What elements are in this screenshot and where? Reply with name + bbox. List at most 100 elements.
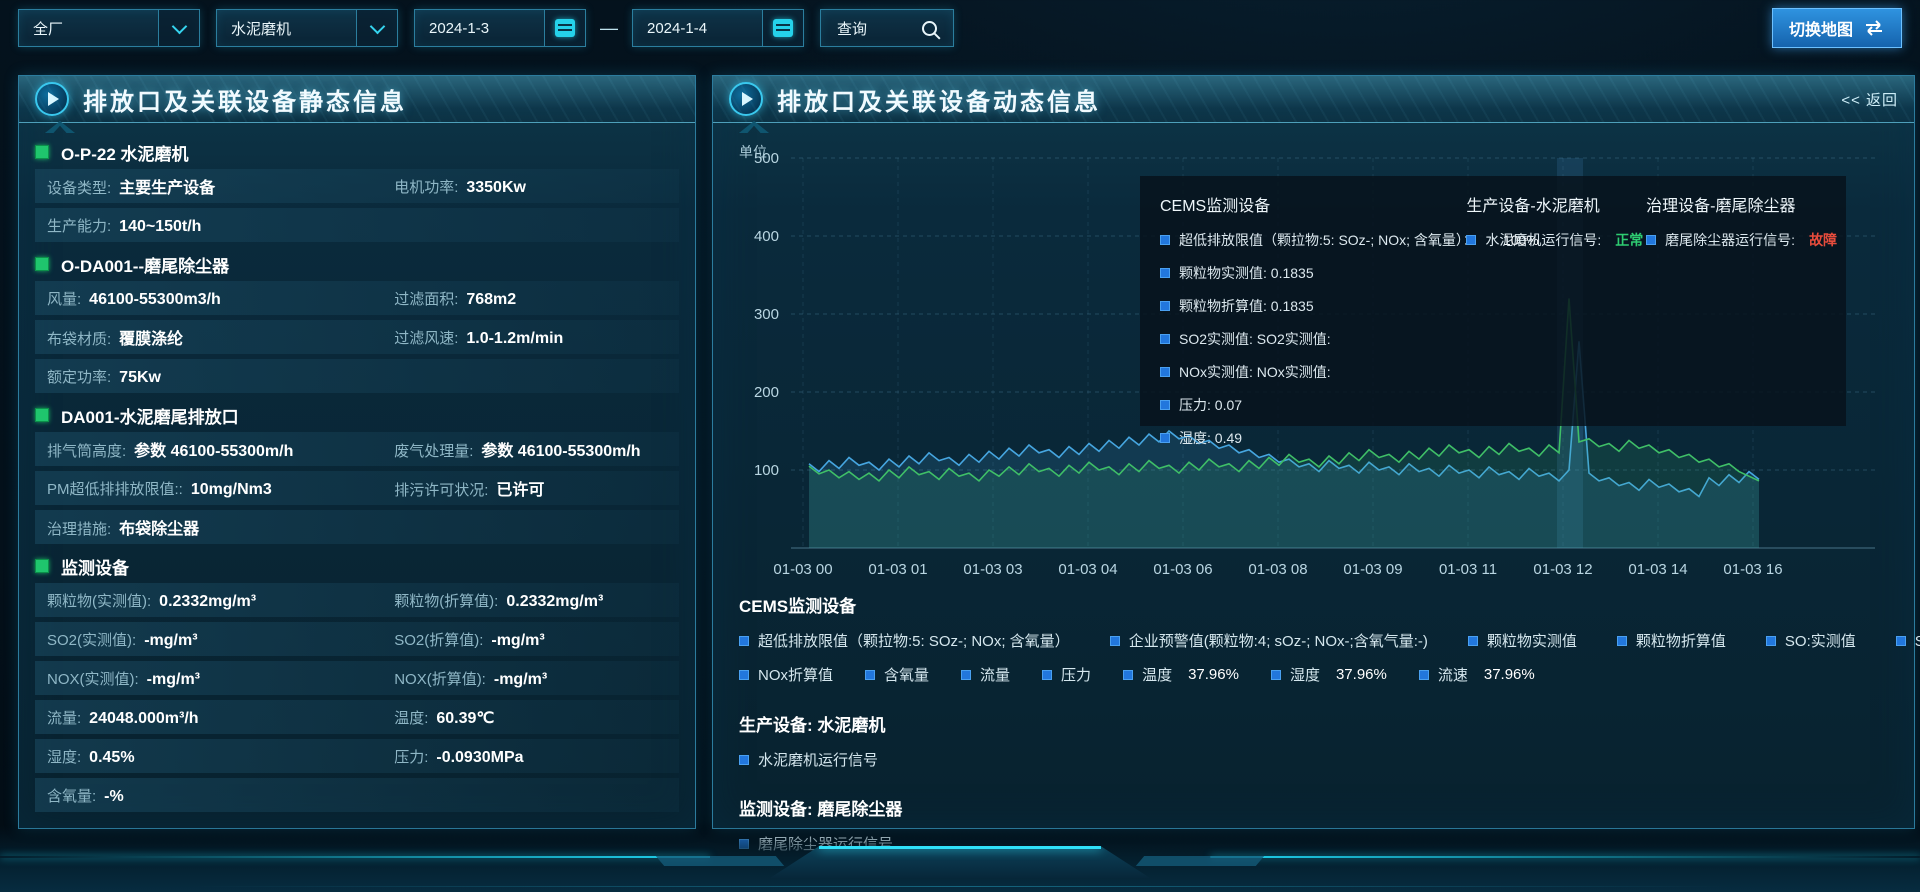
static-info-panel-header: 排放口及关联设备静态信息	[19, 76, 695, 123]
data-row: 流量:24048.000m³/h温度:60.39℃	[35, 700, 679, 734]
tooltip-item: 颗粒物实测值: 0.1835	[1160, 263, 1466, 283]
chart-tooltip: CEMS监测设备 超低排放限值（颗拉物:5: SOz-; NOx; 含氧量）：1…	[1140, 176, 1846, 426]
field-label: SO2(折算值):	[394, 629, 483, 650]
field-value: 10mg/Nm3	[191, 481, 272, 499]
field-value: 1.0-1.2m/min	[466, 330, 563, 348]
footer-center-trapezoid	[770, 846, 1150, 878]
legend-item[interactable]: SO:折算值	[1896, 630, 1920, 651]
tooltip-treatment-column: 治理设备-磨尾除尘器 磨尾除尘器运行信号: 故障	[1646, 192, 1826, 410]
field-label: 废气处理量:	[394, 440, 473, 461]
end-date-picker[interactable]: 2024-1-4	[632, 9, 804, 47]
tooltip-item: 颗粒物折算值: 0.1835	[1160, 296, 1466, 316]
key-value: 治理措施:布袋除尘器	[47, 515, 394, 539]
footer-glow-line-right	[1210, 856, 1920, 858]
key-value: NOX(折算值):-mg/m³	[394, 668, 667, 689]
field-value: 0.2332mg/m³	[506, 593, 603, 611]
field-label: 排气筒高度:	[47, 440, 126, 461]
field-label: 生产能力:	[47, 215, 111, 236]
legend-item[interactable]: 含氧量	[865, 664, 929, 685]
field-value: 已许可	[496, 476, 544, 500]
field-label: 含氧量:	[47, 785, 96, 806]
plant-select[interactable]: 全厂	[18, 9, 200, 47]
legend-item[interactable]: NOx折算值	[739, 664, 833, 685]
tooltip-item: NOx实测值: NOx实测值:	[1160, 362, 1466, 382]
data-row: 排气筒高度:参数 46100-55300m/h废气处理量:参数 46100-55…	[35, 432, 679, 466]
legend-item[interactable]: 流速37.96%	[1419, 664, 1535, 685]
blue-square-icon	[739, 636, 749, 646]
field-label: 流量:	[47, 707, 81, 728]
cems-legend-row-1: 超低排放限值（颗拉物:5: SOz-; NOx; 含氧量） 企业预警值(颗粒物:4…	[739, 630, 1898, 651]
search-icon	[922, 21, 937, 36]
start-date-value: 2024-1-3	[415, 20, 489, 37]
blue-square-icon	[1160, 334, 1170, 344]
legend-item[interactable]: SO:实测值	[1766, 630, 1856, 651]
switch-map-button[interactable]: 切换地图	[1772, 8, 1902, 48]
data-row: 含氧量:-%	[35, 778, 679, 812]
svg-text:01-03 04: 01-03 04	[1058, 561, 1117, 578]
key-value: 颗粒物(实测值):0.2332mg/m³	[47, 590, 394, 611]
field-label: PM超低排排放限值::	[47, 478, 183, 499]
svg-text:01-03 14: 01-03 14	[1628, 561, 1687, 578]
key-value: 额定功率:75Kw	[47, 366, 394, 387]
field-label: SO2(实测值):	[47, 629, 136, 650]
field-label: 压力:	[394, 746, 428, 767]
legend-item[interactable]: 流量	[961, 664, 1010, 685]
cems-legend-row-2: NOx折算值 含氧量 流量 压力 温度37.96% 湿度37.96% 流速37.96%	[739, 664, 1898, 685]
swap-arrows-icon	[1863, 20, 1885, 36]
section-header: 监测设备	[35, 549, 679, 583]
svg-text:01-03 06: 01-03 06	[1153, 561, 1212, 578]
blue-square-icon	[1896, 636, 1906, 646]
static-info-list: O-P-22 水泥磨机设备类型:主要生产设备电机功率:3350Kw生产能力:14…	[19, 123, 695, 812]
device-section-title: 监测设备: 磨尾除尘器	[739, 795, 1898, 820]
blue-square-icon	[865, 670, 875, 680]
play-circle-icon	[729, 82, 763, 116]
key-value: 布袋材质:覆膜涤纶	[47, 325, 394, 349]
legend-item[interactable]: 超低排放限值（颗拉物:5: SOz-; NOx; 含氧量）	[739, 630, 1070, 651]
tooltip-item: 湿度: 0.49	[1160, 428, 1466, 448]
chevron-down-icon	[356, 10, 397, 46]
tooltip-treatment-signal-label: 磨尾除尘器运行信号:	[1665, 230, 1795, 250]
section-title: O-DA001--磨尾除尘器	[61, 252, 229, 277]
tooltip-cems-title: CEMS监测设备	[1160, 192, 1466, 216]
switch-map-label: 切换地图	[1789, 16, 1853, 40]
data-row: 风量:46100-55300m3/h过滤面积:768m2	[35, 281, 679, 315]
date-range-separator: —	[600, 18, 618, 39]
legend-item[interactable]: 企业预警值(颗粒物:4; sOz-; NOx-;含氧气量:-)	[1110, 630, 1428, 651]
data-row: 设备类型:主要生产设备电机功率:3350Kw	[35, 169, 679, 203]
legend-item[interactable]: 颗粒物实测值	[1468, 630, 1577, 651]
legend-item[interactable]: 湿度37.96%	[1271, 664, 1387, 685]
tooltip-cems-column: CEMS监测设备 超低排放限值（颗拉物:5: SOz-; NOx; 含氧量）：1…	[1160, 192, 1466, 410]
legend-item-value: 37.96%	[1188, 666, 1239, 683]
blue-square-icon	[1160, 367, 1170, 377]
field-value: -mg/m³	[494, 671, 547, 689]
field-label: 排污许可状况:	[394, 479, 488, 500]
legend-item[interactable]: 颗粒物折算值	[1617, 630, 1726, 651]
key-value: 温度:60.39℃	[394, 707, 667, 728]
field-value: 主要生产设备	[119, 174, 215, 198]
treatment-signal-status: 故障	[1809, 230, 1837, 250]
data-row: 颗粒物(实测值):0.2332mg/m³颗粒物(折算值):0.2332mg/m³	[35, 583, 679, 617]
production-signal-status: 正常	[1615, 230, 1643, 250]
blue-square-icon	[1123, 670, 1133, 680]
field-value: 768m2	[466, 291, 516, 309]
field-value: 0.2332mg/m³	[159, 593, 256, 611]
key-value: 含氧量:-%	[47, 785, 394, 806]
start-date-picker[interactable]: 2024-1-3	[414, 9, 586, 47]
tooltip-production-title: 生产设备-水泥磨机	[1466, 192, 1646, 216]
legend-item[interactable]: 温度37.96%	[1123, 664, 1239, 685]
green-square-icon	[35, 408, 49, 422]
footer-wing-left	[656, 856, 784, 866]
query-button[interactable]: 查询	[820, 9, 954, 47]
back-link[interactable]: << 返回	[1841, 89, 1898, 110]
green-square-icon	[35, 559, 49, 573]
device-select[interactable]: 水泥磨机	[216, 9, 398, 47]
field-value: 46100-55300m3/h	[89, 291, 221, 309]
legend-item[interactable]: 压力	[1042, 664, 1091, 685]
calendar-icon	[544, 10, 585, 46]
field-value: 3350Kw	[466, 179, 526, 197]
tooltip-treatment-title: 治理设备-磨尾除尘器	[1646, 192, 1826, 216]
key-value: 过滤面积:768m2	[394, 288, 667, 309]
key-value: 过滤风速:1.0-1.2m/min	[394, 327, 667, 348]
device-signal-item[interactable]: 水泥磨机运行信号	[739, 749, 1898, 770]
blue-square-icon	[1160, 268, 1170, 278]
